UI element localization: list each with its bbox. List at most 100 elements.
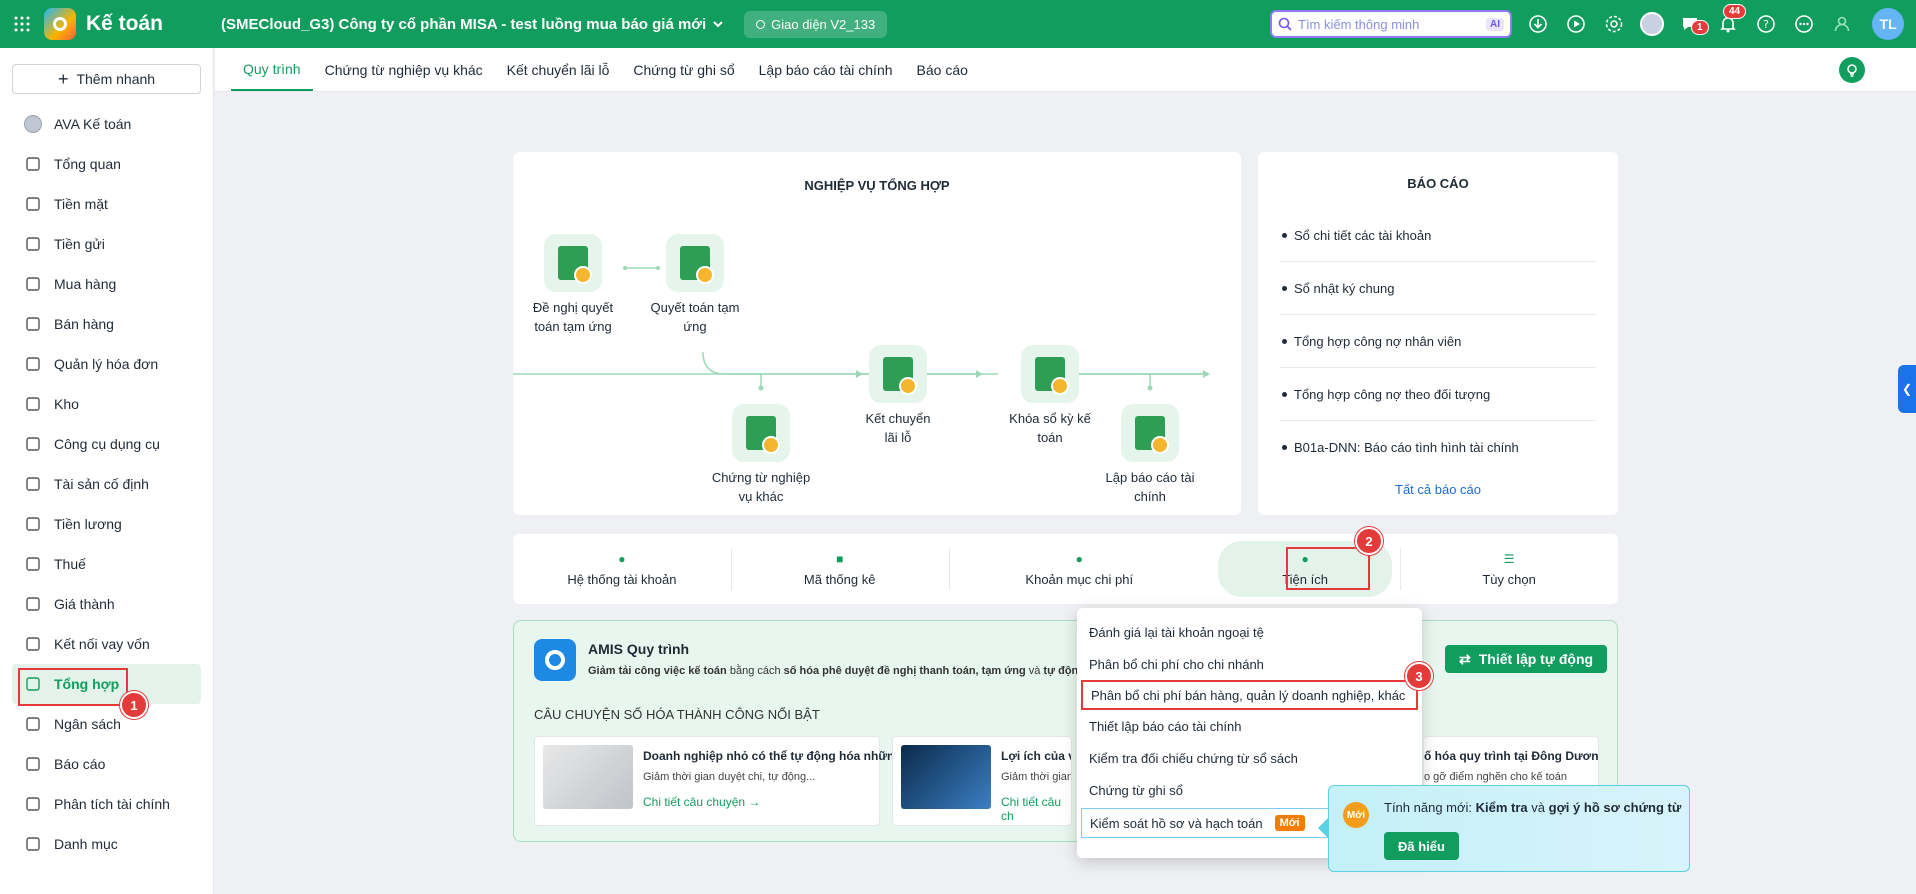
node-other-vouchers[interactable]: Chứng từ nghiệp vụ khác [711,404,811,506]
sidebar-item-label: Tiền gửi [54,236,105,252]
quick-add-label: Thêm nhanh [76,71,156,87]
ai-badge[interactable]: AI [1486,17,1504,31]
quick-add-button[interactable]: + Thêm nhanh [12,64,201,94]
sidebar-item[interactable]: Tổng quan [12,144,201,184]
company-name: (SMECloud_G3) Công ty cổ phần MISA - tes… [221,15,707,33]
menu-item-label: Kiểm soát hồ sơ và hạch toán [1090,815,1263,831]
sidebar-item[interactable]: Giá thành [12,584,201,624]
sidebar-item[interactable]: Tiền gửi [12,224,201,264]
collapse-right-tab[interactable]: ❮ [1898,365,1916,413]
auto-setup-button[interactable]: ⇄ Thiết lập tự động [1445,645,1608,673]
document-list-icon [732,404,790,462]
users-icon: ● [618,551,626,566]
profile-photo[interactable] [1639,8,1665,40]
download-icon[interactable] [1525,8,1551,40]
story-desc: Giảm thời gian [1001,771,1072,783]
tooltip-arrow [1318,818,1328,838]
menu-item-expense-allocation[interactable]: Phân bổ chi phí bán hàng, quản lý doanh … [1081,680,1418,710]
smart-search-box[interactable]: AI [1270,10,1512,38]
step-badge-3: 3 [1405,662,1433,690]
sidebar-item[interactable]: Mua hàng [12,264,201,304]
util-expense-items[interactable]: ● Khoản mục chi phí [948,534,1210,604]
sidebar-item[interactable]: Công cụ dụng cụ [12,424,201,464]
step-badge-1: 1 [120,691,148,719]
node-advance-settlement-request[interactable]: Đề nghị quyết toán tạm ứng [523,234,623,336]
user-avatar[interactable]: TL [1872,8,1904,40]
settings-gear-icon[interactable] [1601,8,1627,40]
subtab[interactable]: Kết chuyển lãi lỗ [495,48,622,91]
play-icon[interactable] [1563,8,1589,40]
node-label: Chứng từ nghiệp vụ khác [711,470,811,504]
story-card[interactable]: Doanh nghiệp nhỏ có thể tự động hóa nhữn… [534,736,912,826]
sidebar-item[interactable]: Bán hàng [12,304,201,344]
sidebar-item[interactable]: Thuế [12,544,201,584]
report-panel: BÁO CÁO Sổ chi tiết các tài khoản Sổ nhật… [1258,152,1618,515]
tooltip-text: Tính năng mới: Kiểm tra và gợi ý hồ sơ c… [1384,800,1682,815]
all-reports-link[interactable]: Tất cả báo cáo [1258,482,1618,497]
story-link[interactable]: Chi tiết câu chuyện → [643,795,760,809]
menu-item-branch-allocation[interactable]: Phân bổ chi phí cho chi nhánh [1077,648,1422,680]
util-label: Hệ thống tài khoản [567,571,677,587]
util-statistic-codes[interactable]: ■ Mã thống kê [730,534,949,604]
node-label: Quyết toán tạm ứng [650,300,740,334]
sidebar-item[interactable]: Báo cáo [12,744,201,784]
sparkle-search-icon [1278,17,1292,31]
report-link[interactable]: B01a-DNN: Báo cáo tình hình tài chính [1280,421,1596,474]
story-image [901,745,991,809]
search-input[interactable] [1298,16,1486,32]
company-selector[interactable]: (SMECloud_G3) Công ty cổ phần MISA - tes… [221,16,724,33]
sidebar-item[interactable]: Phân tích tài chính [12,784,201,824]
got-it-button[interactable]: Đã hiểu [1384,832,1459,860]
user-icon[interactable] [1829,8,1855,40]
annotation-box-1 [18,668,128,706]
sidebar-item-label: Tiền lương [54,516,122,532]
story-image [543,745,633,809]
subtab[interactable]: Chứng từ ghi sổ [621,48,746,91]
sidebar-item[interactable]: AVA Kế toán [12,104,201,144]
sidebar-item-label: Thuế [54,556,86,572]
auto-setup-label: Thiết lập tự động [1478,651,1594,667]
node-financial-statements[interactable]: Lập báo cáo tài chính [1105,404,1195,506]
util-chart-of-accounts[interactable]: ● Hệ thống tài khoản [513,534,731,604]
sidebar: + Thêm nhanh AVA Kế toán Tổng quan Tiền mặ… [0,48,214,894]
story-link[interactable]: Chi tiết câu ch [1001,795,1071,823]
report-link[interactable]: Tổng hợp công nợ theo đối tượng [1280,368,1596,421]
report-link[interactable]: Sổ chi tiết các tài khoản [1280,209,1596,262]
subtab[interactable]: Lập báo cáo tài chính [747,48,905,91]
sidebar-item[interactable]: Tài sản cố định [12,464,201,504]
app-grid-icon[interactable] [0,16,44,32]
sidebar-item[interactable]: Tiền lương [12,504,201,544]
subtab[interactable]: Chứng từ nghiệp vụ khác [313,48,495,91]
more-icon[interactable] [1791,8,1817,40]
node-lock-period[interactable]: Khóa sổ kỳ kế toán [1005,345,1095,447]
sidebar-item[interactable]: Danh mục [12,824,201,864]
lightbulb-icon[interactable] [1839,57,1865,83]
node-advance-settlement[interactable]: Quyết toán tạm ứng [650,234,740,336]
util-options[interactable]: ☰ Tùy chọn [1400,534,1618,604]
story-card[interactable]: Lợi ích của việc Giảm thời gian Chi tiết… [892,736,1072,826]
report-link[interactable]: Sổ nhật ký chung [1280,262,1596,315]
sidebar-item[interactable]: Ngân sách [12,704,201,744]
subtab[interactable]: Quy trình [231,48,313,91]
report-title: BÁO CÁO [1407,176,1469,191]
sidebar-item-label: Quản lý hóa đơn [54,356,159,372]
subtab[interactable]: Báo cáo [905,48,980,91]
sidebar-item[interactable]: Quản lý hóa đơn [12,344,201,384]
sidebar-item[interactable]: Kho [12,384,201,424]
report-link[interactable]: Tổng hợp công nợ nhân viên [1280,315,1596,368]
notification-bell-icon[interactable]: 44 [1715,4,1747,40]
analysis-icon [24,795,42,813]
sidebar-item[interactable]: Kết nối vay vốn [12,624,201,664]
version-badge[interactable]: Giao diện V2_133 [744,10,888,38]
node-profit-loss-transfer[interactable]: Kết chuyển lãi lỗ [858,345,938,447]
report-icon [24,755,42,773]
menu-item-voucher-reconcile[interactable]: Kiểm tra đối chiếu chứng từ sổ sách [1077,742,1422,774]
lock-book-icon [1021,345,1079,403]
menu-item-fs-setup[interactable]: Thiết lập báo cáo tài chính [1077,710,1422,742]
shopping-bag-icon [24,275,42,293]
help-icon[interactable]: ? [1753,8,1779,40]
sidebar-item[interactable]: Tiền mặt [12,184,201,224]
menu-item-fx-revaluation[interactable]: Đánh giá lại tài khoản ngoại tệ [1077,616,1422,648]
sidebar-item-label: Giá thành [54,596,115,612]
chat-icon[interactable]: 1 [1677,8,1709,40]
